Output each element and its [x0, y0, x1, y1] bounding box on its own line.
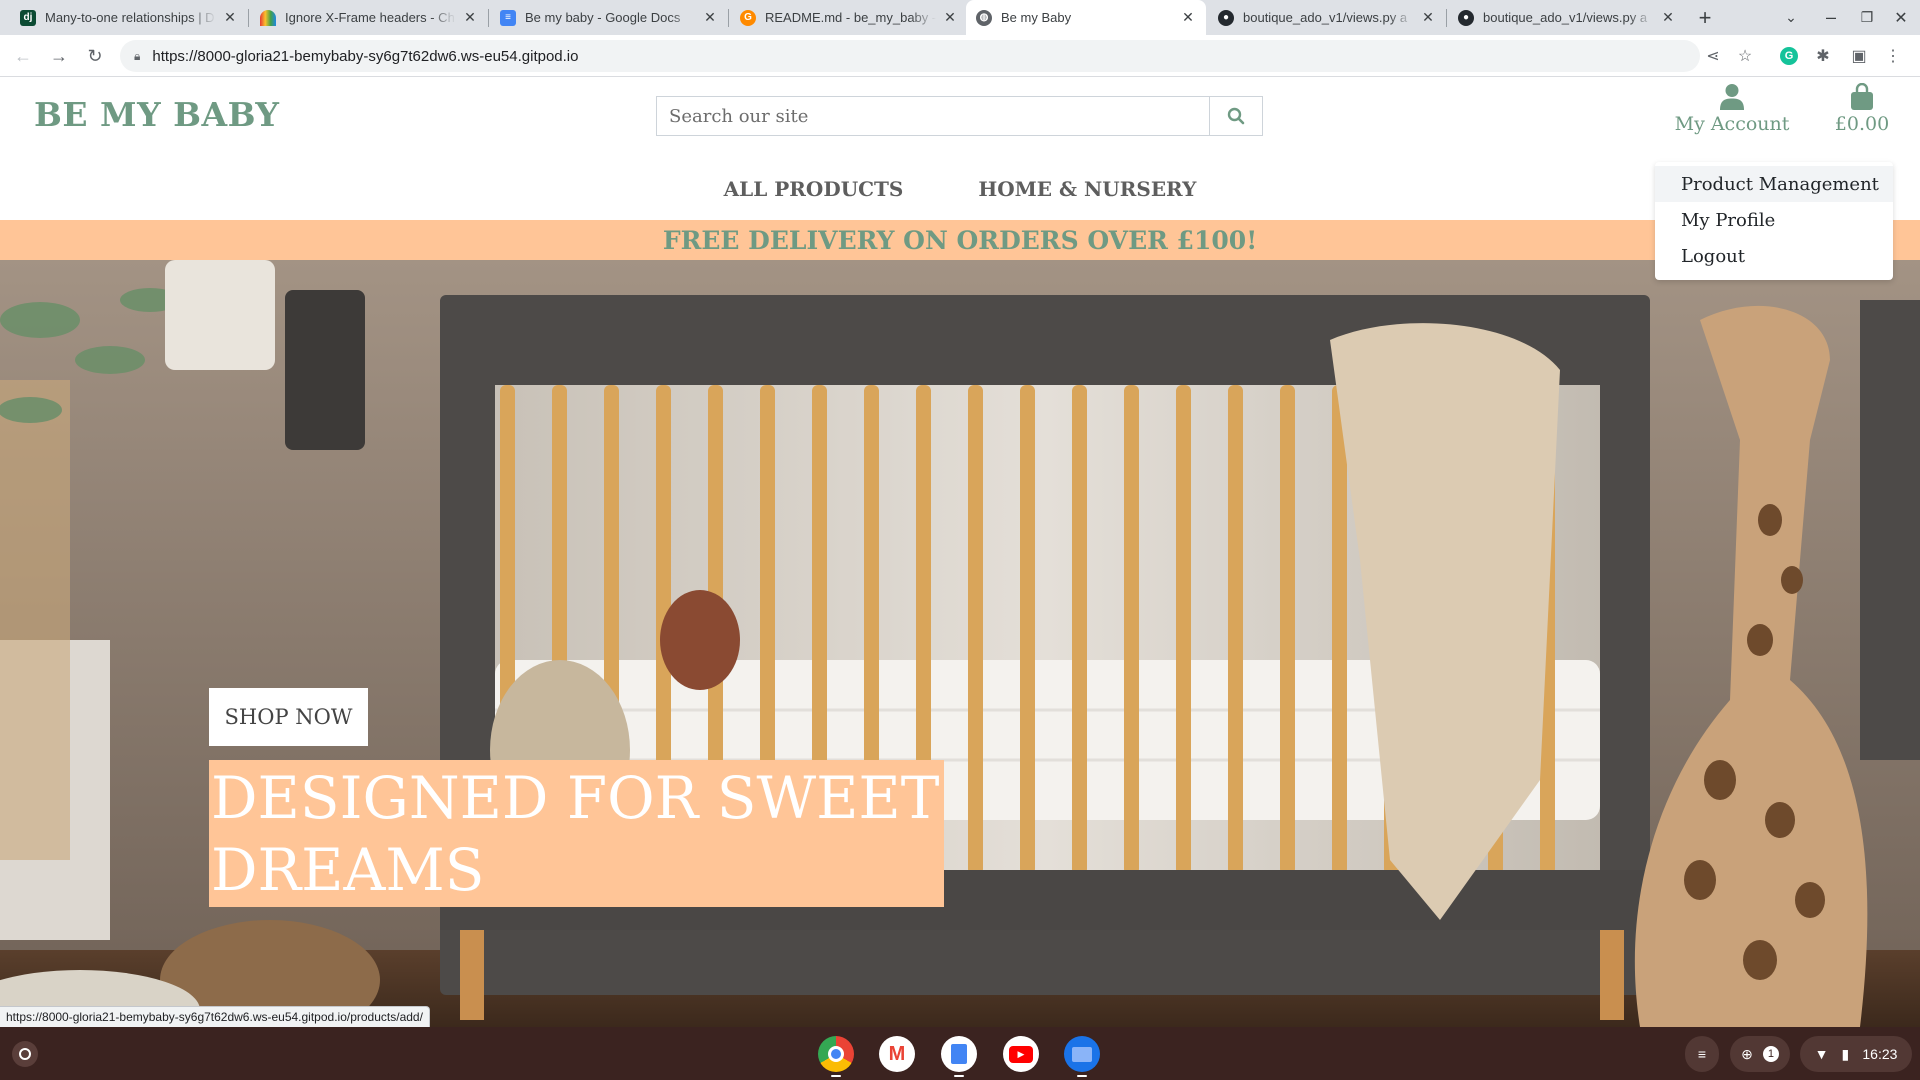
browser-toolbar: ← → ↻ 🔒︎ https://8000-gloria21-bemybaby-…	[0, 35, 1920, 77]
google-docs-icon[interactable]	[941, 1036, 977, 1072]
shopping-bag-link[interactable]: £0.00	[1826, 83, 1898, 135]
extensions-puzzle-icon[interactable]: ✱	[1810, 43, 1836, 69]
battery-icon: ▮	[1841, 1045, 1850, 1062]
close-tab-icon[interactable]: ✕	[942, 9, 958, 26]
hero-title-line-1: DESIGNED FOR SWEET	[211, 764, 940, 832]
gmail-icon[interactable]: M	[879, 1036, 915, 1072]
hero-title: DESIGNED FOR SWEET DREAMS	[209, 760, 944, 907]
menu-item-logout[interactable]: Logout	[1655, 238, 1893, 274]
bookmark-star-icon[interactable]: ☆	[1732, 43, 1758, 69]
side-panel-icon[interactable]: ▣	[1846, 43, 1872, 69]
delivery-banner: FREE DELIVERY ON ORDERS OVER £100!	[0, 220, 1920, 260]
rainbow-favicon-icon	[260, 9, 276, 26]
notification-count-badge: 1	[1762, 1046, 1779, 1062]
main-nav: ALL PRODUCTS HOME & NURSERY	[0, 177, 1920, 201]
hero-nursery-image	[0, 260, 1920, 1027]
close-tab-icon[interactable]: ✕	[1660, 9, 1676, 26]
notification-tray[interactable]: ⊕ 1	[1730, 1036, 1790, 1072]
address-bar-url: https://8000-gloria21-bemybaby-sy6g7t62d…	[152, 47, 579, 65]
tab-title: Be my Baby	[1001, 10, 1072, 25]
minimize-window-icon[interactable]: –	[1816, 0, 1846, 35]
menu-item-my-profile[interactable]: My Profile	[1655, 202, 1893, 238]
shop-now-button[interactable]: SHOP NOW	[209, 688, 368, 746]
close-window-icon[interactable]: ✕	[1886, 0, 1916, 35]
tab-title: README.md - be_my_baby -	[765, 10, 936, 25]
lock-icon: 🔒︎	[134, 48, 141, 63]
share-icon[interactable]: ⋖	[1700, 43, 1726, 69]
github-icon: ●	[1458, 9, 1474, 26]
browser-tab[interactable]: ● boutique_ado_v1/views.py a ✕	[1448, 0, 1686, 35]
forward-arrow-icon[interactable]: →	[46, 43, 72, 69]
globe-icon: ◍	[976, 9, 992, 26]
browser-tab-active[interactable]: ◍ Be my Baby ✕	[966, 0, 1206, 35]
gitpod-favicon-icon: G	[740, 9, 756, 26]
my-account-label: My Account	[1674, 113, 1790, 135]
tab-title: boutique_ado_v1/views.py a	[1243, 10, 1408, 25]
browser-tab-strip: dj Many-to-one relationships | D ✕ Ignor…	[0, 0, 1920, 35]
close-tab-icon[interactable]: ✕	[222, 9, 238, 26]
search-button[interactable]	[1209, 97, 1262, 135]
close-tab-icon[interactable]: ✕	[462, 9, 478, 26]
update-icon: ⊕	[1741, 1045, 1753, 1062]
nav-home-nursery[interactable]: HOME & NURSERY	[978, 177, 1196, 201]
user-icon	[1720, 84, 1744, 110]
site-logo[interactable]: BE MY BABY	[34, 95, 279, 134]
browser-tab[interactable]: ● boutique_ado_v1/views.py a ✕	[1208, 0, 1446, 35]
hero-section: DESIGNED FOR SWEET DREAMS SHOP NOW	[0, 260, 1920, 1027]
close-tab-icon[interactable]: ✕	[1180, 9, 1196, 26]
search-icon	[1227, 107, 1245, 125]
reload-icon[interactable]: ↻	[82, 43, 108, 69]
site-header: BE MY BABY My Account £0.00 ALL PRODUCTS…	[0, 77, 1920, 220]
close-tab-icon[interactable]: ✕	[1420, 9, 1436, 26]
shopping-bag-icon	[1851, 83, 1873, 110]
wifi-icon: ▼	[1814, 1046, 1829, 1062]
menu-kebab-icon[interactable]: ⋮	[1880, 43, 1906, 69]
browser-tab[interactable]: G README.md - be_my_baby - ✕	[730, 0, 968, 35]
launcher-icon[interactable]	[12, 1041, 38, 1067]
browser-tab[interactable]: dj Many-to-one relationships | D ✕	[10, 0, 248, 35]
link-status-bubble: https://8000-gloria21-bemybaby-sy6g7t62d…	[0, 1006, 430, 1027]
google-docs-icon: ≡	[500, 9, 516, 26]
browser-tab[interactable]: Ignore X-Frame headers - Ch ✕	[250, 0, 488, 35]
youtube-icon[interactable]: ▶	[1003, 1036, 1039, 1072]
back-arrow-icon[interactable]: ←	[10, 43, 36, 69]
grammarly-extension-icon[interactable]: G	[1776, 43, 1802, 69]
django-favicon-icon: dj	[20, 9, 36, 26]
tab-title: boutique_ado_v1/views.py a	[1483, 10, 1648, 25]
tab-title: Be my baby - Google Docs	[525, 10, 681, 25]
github-icon: ●	[1218, 9, 1234, 26]
tab-search-chevron-icon[interactable]: ⌄	[1776, 0, 1806, 35]
address-bar[interactable]: 🔒︎ https://8000-gloria21-bemybaby-sy6g7t…	[120, 40, 1700, 72]
search-input[interactable]	[657, 97, 1209, 135]
chrome-icon[interactable]	[818, 1036, 854, 1072]
close-tab-icon[interactable]: ✕	[702, 9, 718, 26]
menu-item-product-management[interactable]: Product Management	[1655, 166, 1893, 202]
clock-time: 16:23	[1862, 1046, 1898, 1062]
files-icon[interactable]	[1064, 1036, 1100, 1072]
os-shelf: M ▶ ≡ ⊕ 1 ▼ ▮ 16:23	[0, 1027, 1920, 1080]
tab-title: Many-to-one relationships | D	[45, 10, 215, 25]
search-form	[656, 96, 1263, 136]
my-account-link[interactable]: My Account	[1662, 83, 1802, 135]
bag-total: £0.00	[1834, 113, 1890, 135]
browser-tab[interactable]: ≡ Be my baby - Google Docs ✕	[490, 0, 728, 35]
new-tab-plus-icon[interactable]: +	[1690, 0, 1720, 35]
delivery-banner-text: FREE DELIVERY ON ORDERS OVER £100!	[662, 225, 1258, 255]
system-tray[interactable]: ▼ ▮ 16:23	[1800, 1036, 1912, 1072]
hero-title-line-2: DREAMS	[211, 836, 485, 904]
tote-icon[interactable]: ≡	[1685, 1036, 1719, 1072]
tab-title: Ignore X-Frame headers - Ch	[285, 10, 455, 25]
restore-window-icon[interactable]: ❐	[1852, 0, 1882, 35]
nav-all-products[interactable]: ALL PRODUCTS	[724, 177, 904, 201]
account-dropdown-menu: Product Management My Profile Logout	[1655, 162, 1893, 280]
